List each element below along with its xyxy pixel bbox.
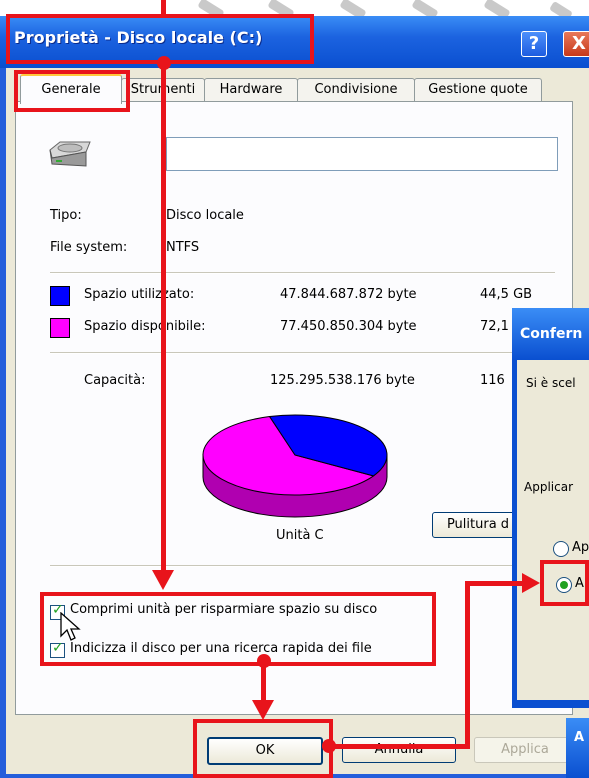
used-space-gb: 44,5 GB [480, 287, 533, 302]
type-label: Tipo: [50, 208, 82, 223]
annotation-arrow-line [465, 583, 470, 749]
annotation-arrow-line [161, 0, 166, 14]
annotation-arrow-line [330, 744, 470, 749]
file-system-value: NTFS [166, 240, 200, 255]
confirm-dialog-body [517, 360, 589, 700]
free-space-bytes: 77.450.850.304 byte [280, 319, 417, 334]
free-space-gb: 72,1 [480, 319, 509, 334]
disk-cleanup-button[interactable]: Pulitura d [432, 512, 524, 538]
type-value: Disco locale [166, 208, 244, 223]
tab-gestione-quote[interactable]: Gestione quote [414, 78, 542, 101]
used-space-bytes: 47.844.687.872 byte [280, 287, 417, 302]
disk-usage-pie-chart [202, 414, 388, 518]
annotation-arrow-line [161, 62, 166, 572]
annotation-box-ok-button [193, 719, 333, 778]
separator [50, 352, 555, 354]
free-space-label: Spazio disponibile: [84, 319, 206, 334]
separator [50, 272, 555, 274]
tab-hardware[interactable]: Hardware [204, 78, 298, 101]
file-system-label: File system: [50, 240, 128, 255]
tab-condivisione[interactable]: Condivisione [297, 78, 415, 101]
annotation-arrow-head [522, 573, 540, 593]
annotation-box-radio-option [540, 560, 589, 606]
hard-drive-icon [49, 141, 91, 167]
annotation-box-checkboxes [40, 592, 436, 666]
apply-option-radio[interactable] [553, 541, 569, 557]
annotation-arrow-line [261, 662, 266, 702]
close-button[interactable]: X [563, 31, 589, 57]
confirm-dialog-title: Confern [520, 326, 583, 342]
separator [50, 565, 555, 567]
annotation-arrow-head [252, 700, 274, 720]
capacity-label: Capacità: [84, 373, 146, 388]
confirm-dialog-text: Si è scel [526, 376, 576, 390]
apply-button[interactable]: Applica [474, 737, 576, 763]
free-space-swatch [50, 318, 70, 338]
background-window [566, 718, 589, 778]
used-space-label: Spazio utilizzato: [84, 287, 195, 302]
capacity-gb: 116 [480, 373, 505, 388]
annotation-arrow-head [152, 570, 174, 590]
confirm-dialog-text: Applicar [524, 480, 573, 494]
help-button[interactable]: ? [521, 31, 547, 57]
annotation-arrow-line [465, 581, 525, 586]
capacity-bytes: 125.295.538.176 byte [270, 373, 415, 388]
used-space-swatch [50, 286, 70, 306]
drive-caption: Unità C [276, 528, 324, 543]
apply-option-label: Ap [572, 540, 589, 555]
cancel-button[interactable]: Annulla [342, 737, 456, 763]
annotation-box-general-tab [14, 70, 130, 112]
background-window-title: A [574, 730, 585, 745]
drive-name-input[interactable] [166, 137, 558, 171]
